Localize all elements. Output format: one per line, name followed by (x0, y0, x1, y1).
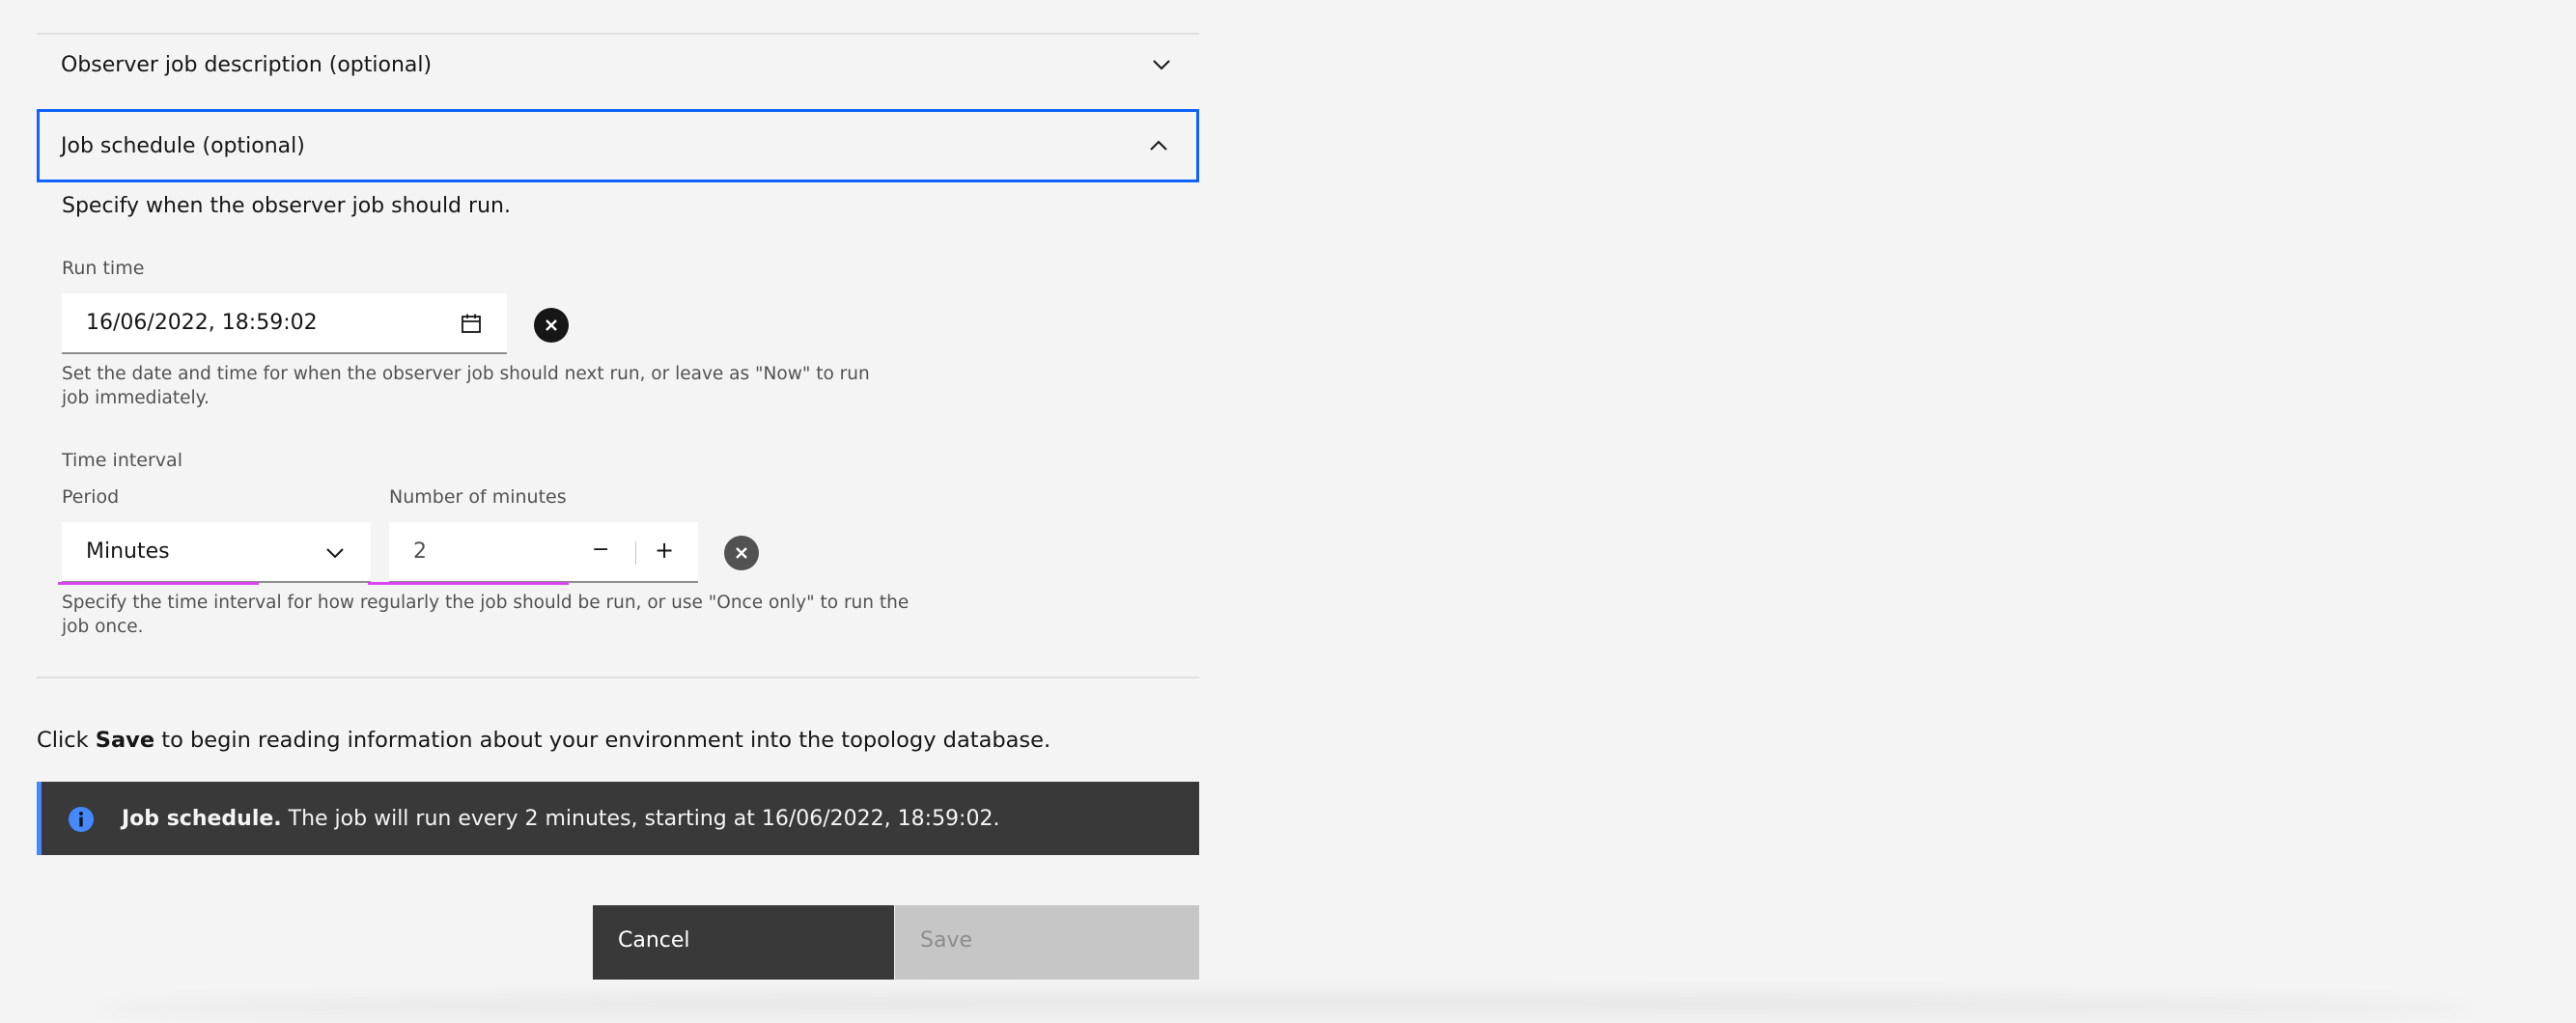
close-icon (546, 319, 557, 331)
save-button-label: Save (920, 928, 973, 953)
period-label: Period (62, 486, 120, 508)
accordion-job-schedule-title: Job schedule (optional) (61, 133, 305, 158)
accordion-job-description[interactable]: Observer job description (optional) (37, 28, 1199, 101)
run-time-helper: Set the date and time for when the obser… (62, 364, 870, 408)
cancel-button-label: Cancel (618, 928, 690, 953)
instructions-suffix: to begin reading information about your … (154, 728, 1051, 753)
minutes-number-input[interactable]: 2 − + (389, 522, 698, 583)
bottom-shadow (97, 994, 2472, 1023)
instructions-save-bold: Save (95, 728, 155, 753)
period-select[interactable]: Minutes (62, 522, 371, 583)
notification-title: Job schedule. (122, 806, 282, 831)
close-icon (736, 547, 747, 559)
minutes-value: 2 (413, 539, 427, 564)
run-time-value: 16/06/2022, 18:59:02 (86, 311, 318, 335)
chevron-down-icon (326, 548, 344, 559)
cancel-button[interactable]: Cancel (593, 905, 894, 980)
run-time-label: Run time (62, 258, 145, 279)
decrement-button[interactable]: − (592, 538, 609, 562)
minutes-label: Number of minutes (389, 486, 567, 508)
instructions-prefix: Click (37, 728, 96, 753)
interval-helper: Specify the time interval for how regula… (62, 593, 910, 637)
notification-accent-bar (37, 782, 42, 855)
stepper-divider (635, 541, 636, 565)
clear-run-time-button[interactable] (534, 308, 569, 343)
accordion-job-description-title: Observer job description (optional) (61, 52, 433, 77)
clear-interval-button[interactable] (724, 536, 759, 570)
notification-message: The job will run every 2 minutes, starti… (281, 806, 1000, 831)
info-icon (69, 807, 94, 832)
accordion-bottom-divider (37, 677, 1199, 678)
minutes-highlight (368, 582, 569, 585)
save-button[interactable]: Save (895, 905, 1199, 980)
period-selected-value: Minutes (86, 539, 170, 564)
accordion-job-schedule[interactable]: Job schedule (optional) (37, 109, 1199, 182)
increment-button[interactable]: + (655, 537, 674, 564)
schedule-intro: Specify when the observer job should run… (62, 194, 511, 218)
job-schedule-notification: Job schedule. The job will run every 2 m… (37, 782, 1199, 855)
chevron-down-icon (1153, 60, 1170, 70)
chevron-up-icon (1150, 140, 1167, 151)
run-time-input[interactable]: 16/06/2022, 18:59:02 (62, 293, 507, 354)
calendar-icon[interactable] (461, 313, 482, 334)
period-highlight (58, 582, 259, 585)
save-instructions: Click Save to begin reading information … (37, 728, 1050, 753)
time-interval-label: Time interval (62, 450, 182, 471)
